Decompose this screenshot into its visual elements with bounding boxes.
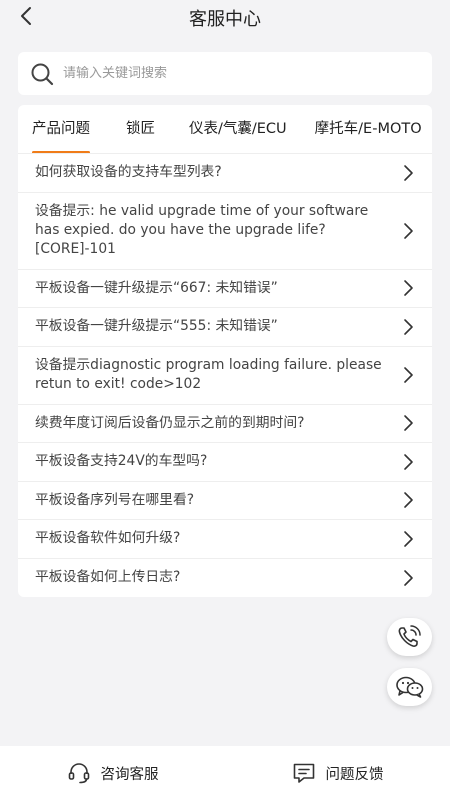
wechat-icon	[395, 675, 425, 699]
wechat-button[interactable]	[387, 668, 432, 706]
faq-question: 平板设备支持24V的车型吗?	[35, 453, 208, 470]
faq-card: 产品问题 锁匠 仪表/气囊/ECU 摩托车/E-MOTO 如何获取设备的支持车型…	[18, 105, 432, 597]
faq-item[interactable]: 平板设备如何上传日志?	[18, 559, 432, 598]
phone-icon	[396, 624, 424, 650]
headset-icon	[67, 761, 91, 785]
chevron-right-icon	[401, 453, 415, 471]
tab-locksmith[interactable]: 锁匠	[126, 105, 155, 153]
feedback-icon	[292, 761, 316, 785]
faq-item[interactable]: 平板设备序列号在哪里看?	[18, 482, 432, 520]
faq-item[interactable]: 平板设备一键升级提示“667: 未知错误”	[18, 270, 432, 308]
tab-product-issues[interactable]: 产品问题	[32, 105, 90, 153]
faq-question: 平板设备一键升级提示“555: 未知错误”	[35, 318, 278, 335]
faq-question: 平板设备序列号在哪里看?	[35, 491, 195, 508]
faq-item[interactable]: 设备提示diagnostic program loading failure. …	[18, 347, 432, 405]
faq-question: 续费年度订阅后设备仍显示之前的到期时间?	[35, 414, 305, 431]
chevron-right-icon	[401, 530, 415, 548]
chevron-right-icon	[401, 222, 415, 240]
faq-item[interactable]: 如何获取设备的支持车型列表?	[18, 154, 432, 193]
faq-question: 平板设备软件如何升级?	[35, 530, 181, 547]
consult-service-button[interactable]: 咨询客服	[0, 746, 225, 800]
faq-question: 平板设备一键升级提示“667: 未知错误”	[35, 279, 278, 296]
chevron-right-icon	[401, 414, 415, 432]
faq-question: 如何获取设备的支持车型列表?	[35, 164, 222, 181]
bottom-bar: 咨询客服 问题反馈	[0, 746, 450, 800]
chevron-right-icon	[401, 164, 415, 182]
category-tabs: 产品问题 锁匠 仪表/气囊/ECU 摩托车/E-MOTO	[18, 105, 432, 154]
faq-question: 平板设备如何上传日志?	[35, 569, 181, 586]
chevron-right-icon	[401, 366, 415, 384]
header: 客服中心	[0, 0, 450, 36]
faq-list: 如何获取设备的支持车型列表? 设备提示: he valid upgrade ti…	[18, 154, 432, 597]
consult-service-label: 咨询客服	[100, 766, 159, 783]
tab-motorcycle[interactable]: 摩托车/E-MOTO	[315, 105, 422, 153]
tab-instrument-airbag-ecu[interactable]: 仪表/气囊/ECU	[189, 105, 287, 153]
faq-question: 设备提示: he valid upgrade time of your soft…	[35, 203, 369, 257]
phone-call-button[interactable]	[387, 618, 432, 656]
faq-item[interactable]: 平板设备软件如何升级?	[18, 520, 432, 559]
faq-item[interactable]: 续费年度订阅后设备仍显示之前的到期时间?	[18, 405, 432, 443]
chevron-right-icon	[401, 491, 415, 509]
search-icon	[30, 62, 54, 86]
faq-question: 设备提示diagnostic program loading failure. …	[35, 357, 382, 392]
faq-item[interactable]: 平板设备一键升级提示“555: 未知错误”	[18, 308, 432, 347]
chevron-right-icon	[401, 318, 415, 336]
chevron-right-icon	[401, 569, 415, 587]
search-bar[interactable]	[18, 52, 432, 95]
feedback-button[interactable]: 问题反馈	[225, 746, 450, 800]
faq-item[interactable]: 设备提示: he valid upgrade time of your soft…	[18, 193, 432, 270]
search-input[interactable]	[63, 66, 403, 81]
chevron-right-icon	[401, 279, 415, 297]
faq-item[interactable]: 平板设备支持24V的车型吗?	[18, 443, 432, 482]
page-title: 客服中心	[189, 9, 261, 30]
feedback-label: 问题反馈	[325, 766, 384, 783]
